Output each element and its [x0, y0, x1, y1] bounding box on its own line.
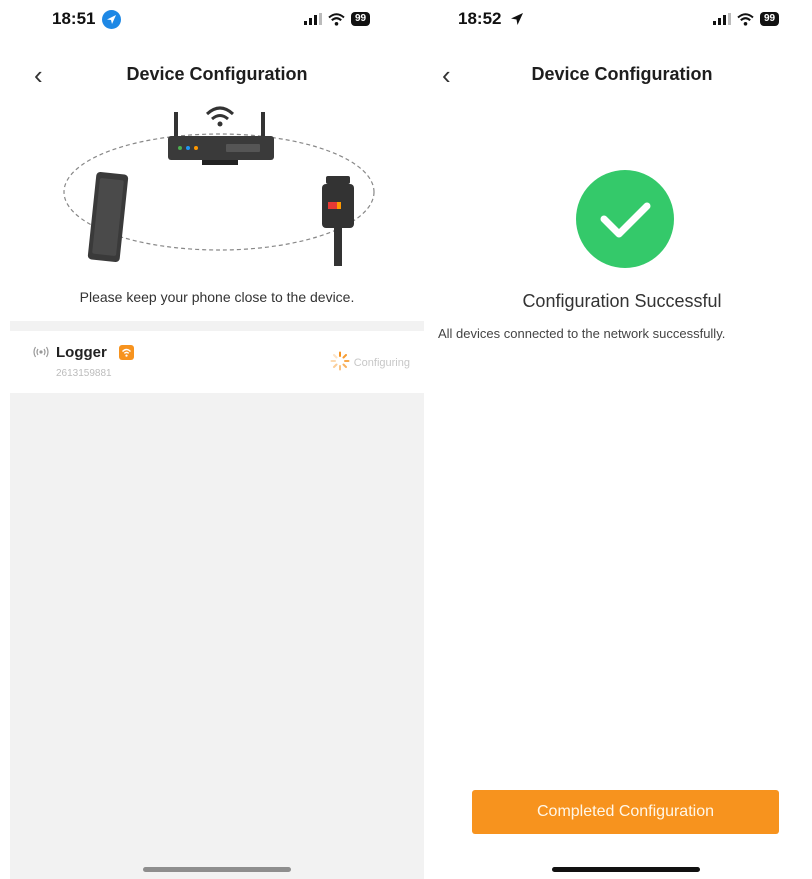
home-indicator	[552, 867, 700, 872]
page-title: Device Configuration	[531, 64, 713, 84]
device-name: Logger	[56, 344, 107, 361]
battery-icon: 99	[760, 12, 780, 26]
configuring-screen: 18:51 99 ‹ Device Configuration Please k…	[10, 0, 424, 879]
logger-device-icon	[322, 176, 354, 266]
wifi-badge-icon	[119, 345, 134, 360]
success-screen: 18:52 99 ‹ Device Configuration Configur…	[432, 0, 812, 879]
cellular-signal-icon	[713, 13, 731, 25]
cellular-signal-icon	[304, 13, 322, 25]
proximity-hint: Please keep your phone close to the devi…	[79, 289, 355, 305]
antenna-icon	[33, 345, 49, 363]
device-list-item[interactable]: Logger 2613159881 Configuring	[10, 331, 424, 393]
device-connection-illustration	[54, 100, 384, 277]
router-icon	[168, 106, 274, 165]
device-list-area	[10, 321, 424, 879]
wifi-icon	[328, 12, 345, 26]
page-title: Device Configuration	[126, 64, 308, 84]
status-time: 18:51	[52, 9, 96, 28]
device-status-label: Configuring	[353, 356, 410, 369]
wifi-icon	[737, 12, 754, 26]
status-time: 18:52	[458, 9, 502, 28]
status-icons: 99	[713, 12, 780, 26]
success-badge	[576, 170, 674, 268]
location-arrow-icon	[510, 12, 524, 31]
home-indicator	[143, 867, 291, 872]
smartphone-icon	[87, 171, 129, 263]
nav-bar: ‹ Device Configuration	[432, 58, 812, 94]
status-icons: 99	[304, 12, 371, 26]
battery-icon: 99	[351, 12, 371, 26]
location-icon	[102, 10, 121, 34]
nav-bar: ‹ Device Configuration	[10, 58, 424, 94]
success-title: Configuration Successful	[522, 291, 722, 311]
checkmark-icon	[600, 202, 651, 238]
device-status: Configuring	[330, 351, 410, 374]
loading-spinner-icon	[330, 351, 350, 374]
device-serial: 2613159881	[56, 368, 112, 379]
status-bar: 18:51 99	[10, 0, 424, 40]
success-message: All devices connected to the network suc…	[438, 326, 726, 341]
completed-configuration-button[interactable]: Completed Configuration	[472, 790, 779, 834]
status-bar: 18:52 99	[432, 0, 812, 40]
